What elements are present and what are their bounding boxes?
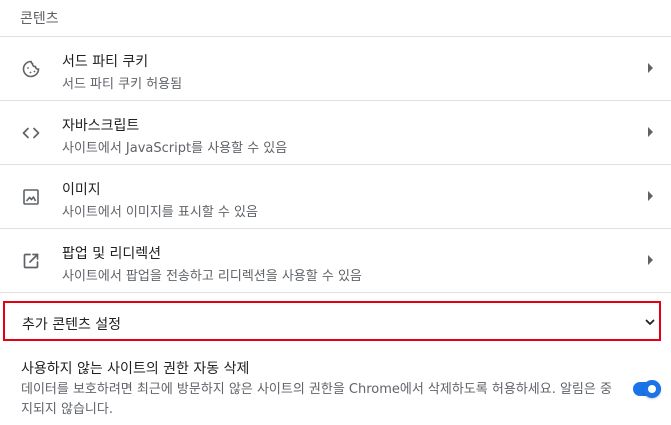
additional-content-settings-button[interactable]: 추가 콘텐츠 설정 xyxy=(3,301,661,341)
auto-revoke-toggle[interactable] xyxy=(633,380,661,398)
row-sublabel: 사이트에서 JavaScript를 사용할 수 있음 xyxy=(62,141,288,156)
auto-revoke-setting: 사용하지 않는 사이트의 권한 자동 삭제 데이터를 보호하려면 최근에 방문하… xyxy=(0,352,671,425)
row-sublabel: 사이트에서 팝업을 전송하고 리디렉션을 사용할 수 있음 xyxy=(62,269,362,284)
row-label: 자바스크립트 xyxy=(62,118,140,134)
code-icon xyxy=(21,123,41,143)
toggle-knob-center xyxy=(648,385,656,393)
row-popups-redirects[interactable]: 팝업 및 리디렉션 사이트에서 팝업을 전송하고 리디렉션을 사용할 수 있음 xyxy=(0,229,671,293)
row-third-party-cookies[interactable]: 서드 파티 쿠키 서드 파티 쿠키 허용됨 xyxy=(0,37,671,101)
row-sublabel: 서드 파티 쿠키 허용됨 xyxy=(62,77,183,92)
arrow-right-icon xyxy=(648,127,653,137)
auto-revoke-title: 사용하지 않는 사이트의 권한 자동 삭제 xyxy=(21,361,250,377)
auto-revoke-description: 데이터를 보호하려면 최근에 방문하지 않은 사이트의 권한을 Chrome에서… xyxy=(21,382,612,417)
row-label: 서드 파티 쿠키 xyxy=(62,54,149,70)
chevron-down-icon xyxy=(644,316,656,328)
content-settings-page: 콘텐츠 서드 파티 쿠키 서드 파티 쿠키 허용됨 자바스크립트 사이트에서 J… xyxy=(0,0,671,425)
toggle-knob xyxy=(643,380,661,398)
cookie-icon xyxy=(21,59,41,79)
row-sublabel: 사이트에서 이미지를 표시할 수 있음 xyxy=(62,205,258,220)
row-images[interactable]: 이미지 사이트에서 이미지를 표시할 수 있음 xyxy=(0,165,671,229)
image-icon xyxy=(21,187,41,207)
arrow-right-icon xyxy=(648,191,653,201)
arrow-right-icon xyxy=(648,63,653,73)
open-in-new-icon xyxy=(21,251,41,271)
row-javascript[interactable]: 자바스크립트 사이트에서 JavaScript를 사용할 수 있음 xyxy=(0,101,671,165)
section-title: 콘텐츠 xyxy=(20,11,59,27)
additional-content-settings-label: 추가 콘텐츠 설정 xyxy=(22,317,122,333)
row-label: 이미지 xyxy=(62,182,101,198)
arrow-right-icon xyxy=(648,255,653,265)
row-label: 팝업 및 리디렉션 xyxy=(62,246,162,262)
